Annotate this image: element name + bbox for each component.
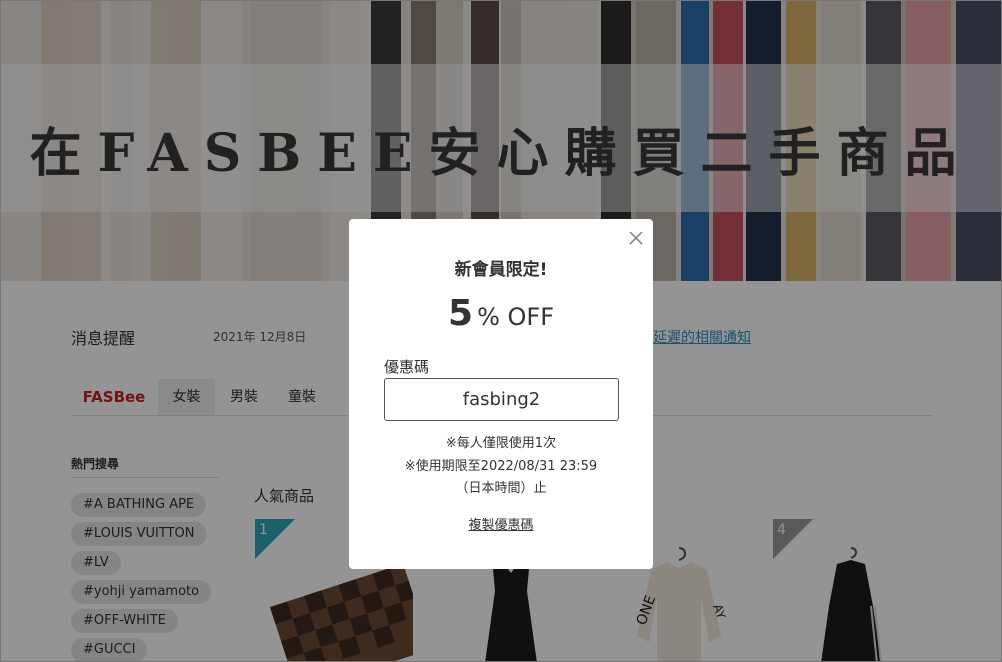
modal-title: 新會員限定!: [454, 260, 548, 280]
page-frame: 在FASBEE安心購買二手商品 消息提醒 2021年 12月8日 延遲的相關通知…: [0, 0, 1002, 662]
copy-coupon-button[interactable]: 複製優惠碼: [349, 514, 653, 533]
usage-note: ※每人僅限使用1次: [445, 436, 557, 451]
timezone-note: （日本時間）止: [455, 481, 547, 496]
close-icon[interactable]: [628, 230, 644, 246]
coupon-code-label: 優惠碼: [384, 358, 430, 376]
expiry-note: ※使用期限至2022/08/31 23:59: [404, 459, 598, 474]
discount-offer: 5% OFF: [349, 293, 653, 334]
discount-text: % OFF: [477, 303, 554, 331]
discount-number: 5: [448, 293, 474, 334]
coupon-code-box[interactable]: fasbing2: [384, 378, 619, 421]
